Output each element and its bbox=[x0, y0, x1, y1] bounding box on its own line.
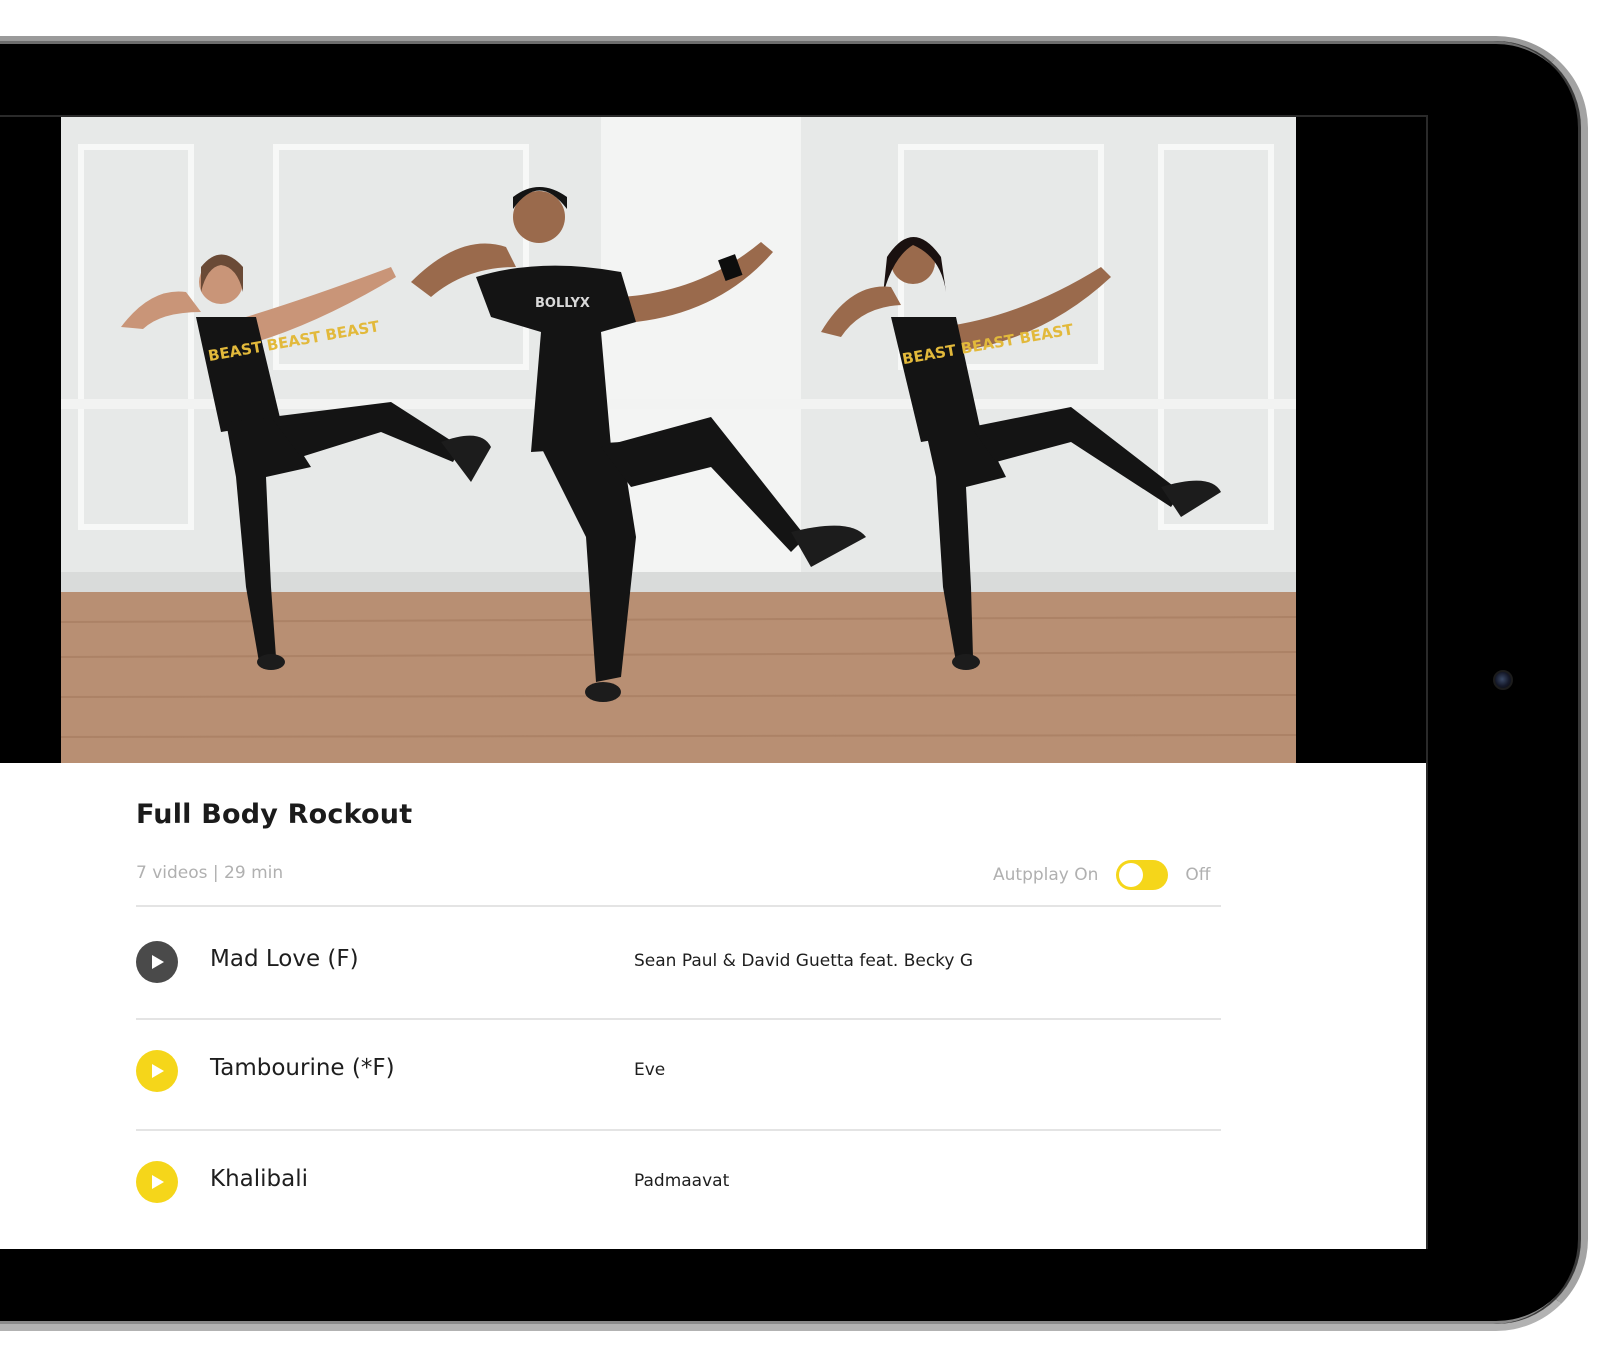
front-camera bbox=[1493, 670, 1513, 690]
track-title: Khalibali bbox=[210, 1166, 309, 1192]
video-frame[interactable]: BEAST BEAST BEAST BOLLYX BEAST BEAST BEA… bbox=[61, 117, 1296, 763]
play-icon[interactable] bbox=[136, 1050, 178, 1092]
workout-title: Full Body Rockout bbox=[136, 799, 413, 830]
shirt-text-center: BOLLYX bbox=[535, 296, 590, 311]
track-title: Mad Love (F) bbox=[210, 946, 359, 972]
workout-meta: 7 videos | 29 min bbox=[136, 863, 284, 883]
track-artist: Padmaavat bbox=[634, 1171, 730, 1191]
toggle-knob bbox=[1119, 863, 1144, 887]
track-row[interactable]: Khalibali Padmaavat bbox=[136, 1126, 1221, 1238]
track-row[interactable]: Tambourine (*F) Eve bbox=[136, 1015, 1221, 1127]
video-still-illustration: BEAST BEAST BEAST BOLLYX BEAST BEAST BEA… bbox=[61, 117, 1296, 763]
app-screen: BEAST BEAST BEAST BOLLYX BEAST BEAST BEA… bbox=[0, 115, 1428, 1249]
autoplay-toggle[interactable] bbox=[1116, 860, 1169, 890]
stage: BEAST BEAST BEAST BOLLYX BEAST BEAST BEA… bbox=[0, 0, 1597, 1362]
play-icon[interactable] bbox=[136, 941, 178, 983]
autoplay-control: Autpplay On Off bbox=[993, 857, 1211, 893]
video-player[interactable]: BEAST BEAST BEAST BOLLYX BEAST BEAST BEA… bbox=[0, 117, 1426, 763]
track-artist: Eve bbox=[634, 1060, 666, 1080]
track-title: Tambourine (*F) bbox=[210, 1055, 395, 1081]
playlist-panel: Full Body Rockout 7 videos | 29 min Autp… bbox=[0, 763, 1426, 1249]
autoplay-off-label: Off bbox=[1185, 865, 1211, 885]
track-row[interactable]: Mad Love (F) Sean Paul & David Guetta fe… bbox=[136, 906, 1221, 1018]
autoplay-on-label: Autpplay On bbox=[993, 865, 1099, 885]
play-icon[interactable] bbox=[136, 1161, 178, 1203]
track-artist: Sean Paul & David Guetta feat. Becky G bbox=[634, 951, 974, 971]
